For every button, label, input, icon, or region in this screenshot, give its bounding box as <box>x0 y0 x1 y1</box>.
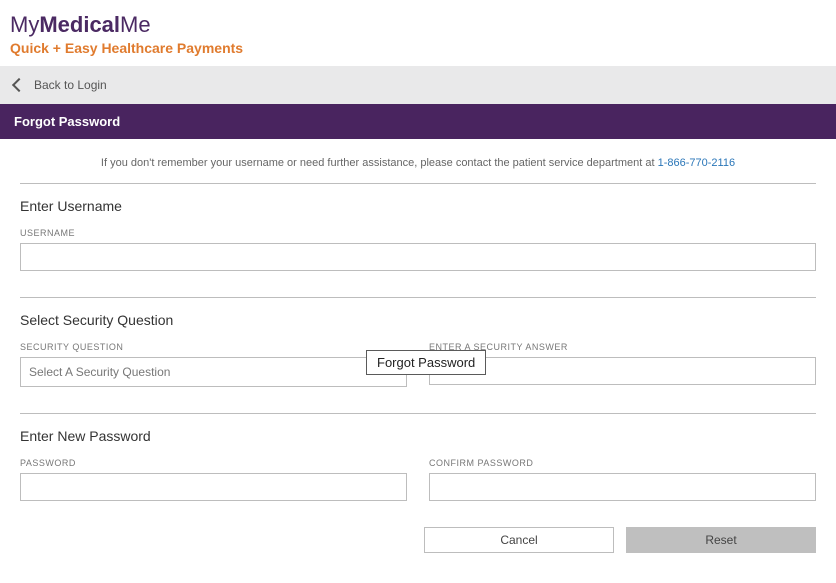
main-content: If you don't remember your username or n… <box>0 139 836 583</box>
assist-text: If you don't remember your username or n… <box>101 157 658 169</box>
divider <box>20 183 816 184</box>
cancel-button[interactable]: Cancel <box>424 527 614 553</box>
assist-message: If you don't remember your username or n… <box>20 157 816 169</box>
section-title-security: Select Security Question <box>20 312 816 328</box>
logo-part1: My <box>10 12 39 37</box>
page-title: Forgot Password <box>14 114 120 129</box>
security-answer-input[interactable] <box>429 357 816 385</box>
breadcrumb-bar: Back to Login <box>0 66 836 104</box>
password-label: PASSWORD <box>20 458 407 468</box>
password-input[interactable] <box>20 473 407 501</box>
security-answer-label: ENTER A SECURITY ANSWER <box>429 342 816 352</box>
logo-part2: Medical <box>39 12 120 37</box>
security-question-select[interactable]: Select A Security Question <box>20 357 407 387</box>
security-question-label: SECURITY QUESTION <box>20 342 407 352</box>
logo-part3: Me <box>120 12 151 37</box>
security-question-placeholder: Select A Security Question <box>29 365 170 379</box>
username-label: USERNAME <box>20 228 816 238</box>
username-input[interactable] <box>20 243 816 271</box>
divider <box>20 297 816 298</box>
app-tagline: Quick + Easy Healthcare Payments <box>10 40 826 56</box>
confirm-password-label: CONFIRM PASSWORD <box>429 458 816 468</box>
app-header: MyMedicalMe Quick + Easy Healthcare Paym… <box>0 0 836 66</box>
confirm-password-input[interactable] <box>429 473 816 501</box>
chevron-left-icon <box>12 78 26 92</box>
divider <box>20 413 816 414</box>
assist-phone-link[interactable]: 1-866-770-2116 <box>658 157 735 169</box>
page-title-bar: Forgot Password <box>0 104 836 139</box>
tooltip: Forgot Password <box>366 350 486 375</box>
reset-button[interactable]: Reset <box>626 527 816 553</box>
section-title-username: Enter Username <box>20 198 816 214</box>
back-to-login-link[interactable]: Back to Login <box>34 78 107 92</box>
section-title-newpass: Enter New Password <box>20 428 816 444</box>
button-row: Cancel Reset <box>20 527 816 553</box>
app-logo: MyMedicalMe <box>10 12 826 38</box>
